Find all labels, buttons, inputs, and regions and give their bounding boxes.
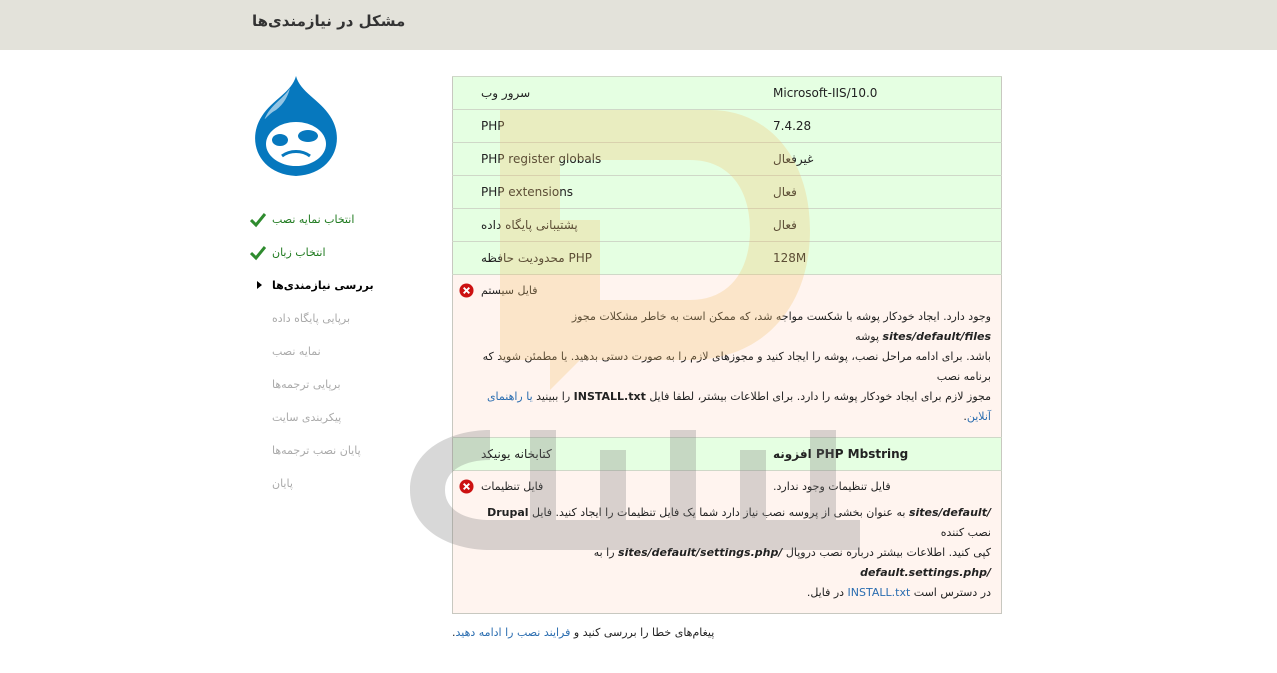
file-system-title: فایل سیستم xyxy=(481,284,538,297)
table-row: پشتیبانی پایگاه داده فعال xyxy=(452,208,1002,242)
step-label: پیکربندی سایت xyxy=(272,411,342,424)
requirement-title: پشتیبانی پایگاه داده xyxy=(452,208,751,242)
file-system-cell: فایل سیستم وجود دارد. ایجاد خودکار پوشه … xyxy=(452,274,1002,438)
requirements-panel: سرور وب Microsoft-IIS/10.0 PHP 7.4.28 PH… xyxy=(452,76,1002,639)
table-row-error: فایل تنظیمات فایل تنظیمات وجود ندارد. /s… xyxy=(452,470,1002,614)
table-row-error: فایل سیستم وجود دارد. ایجاد خودکار پوشه … xyxy=(452,274,1002,438)
check-icon xyxy=(250,213,266,228)
requirement-value: 7.4.28 xyxy=(751,109,1002,143)
step-label: برپایی پایگاه داده xyxy=(272,312,351,325)
requirement-title: PHP extensions xyxy=(452,175,751,209)
table-row: کتابخانه یونیکد PHP Mbstring افزونه xyxy=(452,437,1002,471)
requirement-value: Microsoft-IIS/10.0 xyxy=(751,76,1002,110)
table-row: PHP register globals غیرفعال xyxy=(452,142,1002,176)
step-label: پایان نصب ترجمه‌ها xyxy=(272,444,361,457)
requirement-value: 128M xyxy=(751,241,1002,275)
settings-file-cell: فایل تنظیمات فایل تنظیمات وجود ندارد. /s… xyxy=(452,470,1002,614)
step-language: انتخاب زبان xyxy=(250,236,410,269)
desc-text: را به xyxy=(593,546,615,559)
table-row: PHP extensions فعال xyxy=(452,175,1002,209)
desc-text: وجود دارد. ایجاد خودکار پوشه با شکست موا… xyxy=(571,310,991,323)
page-title: مشکل در نیازمندی‌ها xyxy=(252,12,406,30)
desc-text: مجوز لازم برای ایجاد خودکار پوشه را دارد… xyxy=(649,390,991,403)
requirement-title: PHP register globals xyxy=(452,142,751,176)
desc-path: /sites/default xyxy=(908,506,991,519)
continue-install-link[interactable]: فرایند نصب را ادامه دهید xyxy=(456,626,571,639)
step-label: برپایی ترجمه‌ها xyxy=(272,378,341,391)
file-system-description: وجود دارد. ایجاد خودکار پوشه با شکست موا… xyxy=(453,307,1001,437)
current-step-arrow-icon xyxy=(257,281,262,289)
requirement-value: فعال xyxy=(751,175,1002,209)
desc-text: به عنوان بخشی از پروسه نصب نیاز دارد شما… xyxy=(532,506,906,519)
requirement-title: PHP xyxy=(452,109,751,143)
step-label: پایان xyxy=(272,477,293,490)
requirement-title: سرور وب xyxy=(452,76,751,110)
step-label: انتخاب زبان xyxy=(272,246,326,259)
drupal-logo-icon xyxy=(255,76,337,176)
desc-text: در دسترس است xyxy=(913,586,991,599)
step-finished: پایان xyxy=(250,467,410,500)
step-label: بررسی نیازمندی‌ها xyxy=(272,279,374,292)
desc-text: پوشه xyxy=(855,330,880,343)
check-icon xyxy=(250,246,266,261)
requirement-value: غیرفعال xyxy=(751,142,1002,176)
step-label: انتخاب نمایه نصب xyxy=(272,213,355,226)
install-steps: انتخاب نمایه نصب انتخاب زبان بررسی نیازم… xyxy=(250,203,410,500)
desc-file: INSTALL.txt xyxy=(573,390,646,403)
requirement-title: کتابخانه یونیکد xyxy=(452,437,751,471)
desc-file: Drupal xyxy=(487,506,529,519)
install-txt-link[interactable]: INSTALL.txt xyxy=(848,586,911,599)
step-finish-translations: پایان نصب ترجمه‌ها xyxy=(250,434,410,467)
footer-text: پیغام‌های خطا را بررسی کنید و xyxy=(573,626,715,639)
requirement-value: فعال xyxy=(751,208,1002,242)
error-icon xyxy=(459,283,474,298)
step-label: نمایه نصب xyxy=(272,345,321,358)
settings-file-title: فایل تنظیمات xyxy=(481,480,544,493)
desc-text: کپی کنید. اطلاعات بیشتر درباره نصب دروپا… xyxy=(785,546,991,559)
step-install-profile: نمایه نصب xyxy=(250,335,410,368)
desc-text: را ببینید xyxy=(536,390,571,403)
requirement-value: PHP Mbstring افزونه xyxy=(751,437,1002,471)
requirement-title: PHP محدودیت حافظه xyxy=(452,241,751,275)
desc-text: در فایل xyxy=(810,586,845,599)
settings-file-value: فایل تنظیمات وجود ندارد. xyxy=(773,480,891,493)
step-requirements: بررسی نیازمندی‌ها xyxy=(250,269,410,302)
table-row: سرور وب Microsoft-IIS/10.0 xyxy=(452,76,1002,110)
requirements-table: سرور وب Microsoft-IIS/10.0 PHP 7.4.28 PH… xyxy=(452,76,1002,614)
settings-file-description: /sites/default به عنوان بخشی از پروسه نص… xyxy=(453,503,1001,613)
desc-path: sites/default/files xyxy=(882,330,991,343)
step-configure-site: پیکربندی سایت xyxy=(250,401,410,434)
footer-message: پیغام‌های خطا را بررسی کنید و فرایند نصب… xyxy=(452,626,1002,639)
page-header: مشکل در نیازمندی‌ها xyxy=(0,0,1277,50)
table-row: PHP 7.4.28 xyxy=(452,109,1002,143)
desc-path: /default.settings.php xyxy=(860,566,991,579)
desc-text: نصب کننده xyxy=(940,526,991,539)
error-icon xyxy=(459,479,474,494)
table-row: PHP محدودیت حافظه 128M xyxy=(452,241,1002,275)
desc-path: /sites/default/settings.php xyxy=(618,546,783,559)
step-profile: انتخاب نمایه نصب xyxy=(250,203,410,236)
step-database: برپایی پایگاه داده xyxy=(250,302,410,335)
step-translations: برپایی ترجمه‌ها xyxy=(250,368,410,401)
desc-text: باشد. برای ادامه مراحل نصب، پوشه را ایجا… xyxy=(482,350,991,383)
